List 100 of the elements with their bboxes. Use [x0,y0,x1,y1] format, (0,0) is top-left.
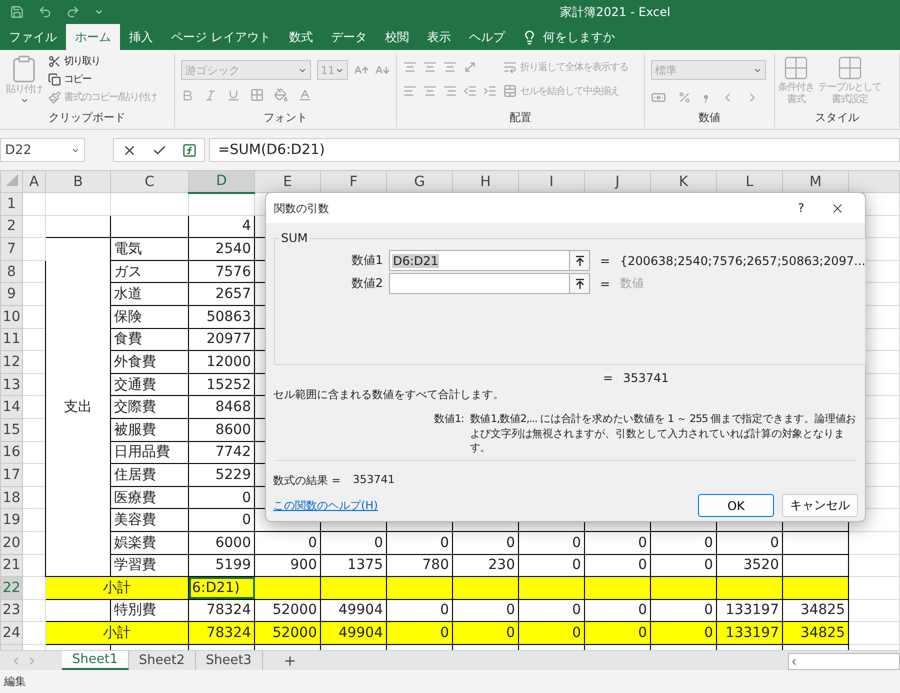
table-cell: 0 [452,531,518,554]
cut-button[interactable]: 切り取り [48,54,156,68]
row-header[interactable]: 21 [0,554,22,577]
row-header[interactable]: 18 [0,486,22,509]
ribbon-tab[interactable]: 数式 [280,24,322,50]
row-header[interactable]: 19 [0,508,22,532]
paintbrush-icon [48,90,61,104]
row-header[interactable]: 22 [0,576,22,600]
row-header[interactable]: 2 [0,215,22,238]
row-header[interactable]: 23 [0,599,22,622]
collapse-dialog-icon[interactable] [569,251,589,270]
row-header[interactable]: 7 [0,238,22,260]
row-header[interactable]: 11 [0,328,22,351]
row-header[interactable]: 24 [0,622,22,644]
ribbon-tab[interactable]: データ [322,24,376,50]
cancel-button[interactable]: キャンセル [782,494,858,517]
table-cell: ガス [110,260,188,283]
row-header[interactable]: 12 [0,350,22,374]
tell-me-field[interactable]: 何をしますか [542,28,615,46]
row-header[interactable]: 1 [0,192,22,216]
argument-label: 数値1 [350,252,384,269]
redo-icon[interactable] [66,5,80,19]
align-center-icon[interactable] [423,84,437,98]
column-header[interactable]: J [584,170,650,192]
column-header[interactable]: I [518,170,584,192]
row-header[interactable]: 10 [0,305,22,328]
horizontal-scrollbar[interactable] [788,653,900,670]
undo-icon[interactable] [38,5,52,19]
row-header[interactable]: 15 [0,418,22,442]
align-left-icon[interactable] [403,84,417,98]
percent-icon[interactable] [678,91,691,104]
ribbon-tab[interactable]: 挿入 [120,24,162,50]
table-cell: 0 [254,531,320,554]
sheet-tab[interactable]: Sheet1 [62,651,129,670]
ribbon-tab[interactable]: ホーム [66,24,120,50]
align-right-icon[interactable] [443,84,457,98]
ribbon-tab[interactable]: 表示 [418,24,460,50]
column-header[interactable]: L [716,170,782,192]
column-header[interactable]: B [46,170,110,192]
help-button[interactable]: ? [783,201,819,215]
underline-icon[interactable] [227,88,240,102]
help-link[interactable]: この関数のヘルプ(H) [273,498,690,513]
indent-decrease-icon[interactable] [463,84,477,98]
table-cell: 0 [584,554,650,577]
table-cell: 被服費 [110,418,188,442]
table-cell: 49904 [320,622,386,644]
ribbon-tab[interactable]: ファイル [0,24,66,50]
row-header[interactable]: 13 [0,373,22,396]
copy-button[interactable]: コピー [48,72,156,86]
borders-icon[interactable] [250,88,264,102]
row-header[interactable]: 16 [0,441,22,464]
editing-cell[interactable]: 6:D21) [188,576,254,600]
name-box[interactable]: D22 [0,138,85,162]
argument-field[interactable] [389,273,590,294]
row-header[interactable]: 17 [0,464,22,486]
row-header[interactable]: 8 [0,260,22,283]
column-header[interactable]: D [188,170,254,192]
row-header[interactable]: 20 [0,531,22,554]
table-cell: 49904 [320,599,386,622]
add-sheet-icon[interactable] [282,654,297,668]
bold-icon[interactable] [181,88,194,102]
grid-icon [782,54,810,82]
font-color-icon[interactable] [298,88,312,102]
row-header[interactable]: 14 [0,396,22,418]
column-header[interactable]: A [22,170,46,192]
ok-button[interactable]: OK [698,494,774,517]
column-header[interactable]: K [650,170,716,192]
table-cell: 美容費 [110,508,188,532]
save-icon[interactable] [10,5,24,19]
argument-field[interactable]: D6:D21 [389,250,590,271]
column-header[interactable]: G [386,170,452,192]
table-cell: 0 [584,622,650,644]
indent-increase-icon[interactable] [483,84,497,98]
scissors-icon [48,54,61,68]
column-header[interactable]: E [254,170,320,192]
column-header[interactable]: M [782,170,848,192]
column-header[interactable]: F [320,170,386,192]
column-header[interactable]: C [110,170,188,192]
collapse-dialog-icon[interactable] [569,274,589,293]
table-cell: 特別費 [110,599,188,622]
group-label: 配置 [510,110,532,126]
currency-icon[interactable] [651,90,666,105]
table-cell: 0 [452,599,518,622]
ribbon-tab[interactable]: 校閲 [376,24,418,50]
argument-help-label: 数値1: [434,412,464,427]
table-cell: 4 [188,215,254,238]
select-all-icon[interactable] [4,172,18,186]
italic-icon[interactable] [204,88,217,102]
table-cell: 娯楽費 [110,531,188,554]
table-cell: 小計 [46,622,188,644]
formula-field[interactable]: =SUM(D6:D21) [209,138,900,162]
row-header[interactable]: 9 [0,282,22,306]
function-icon[interactable] [182,142,196,158]
table-cell: 3520 [716,554,782,577]
fill-color-icon[interactable] [274,88,288,102]
orientation-icon[interactable] [463,60,477,74]
column-header[interactable]: H [452,170,518,192]
ribbon-tab[interactable]: ヘルプ [460,24,514,50]
ribbon-tab[interactable]: ページ レイアウト [162,24,280,50]
table-cell: 0 [584,531,650,554]
